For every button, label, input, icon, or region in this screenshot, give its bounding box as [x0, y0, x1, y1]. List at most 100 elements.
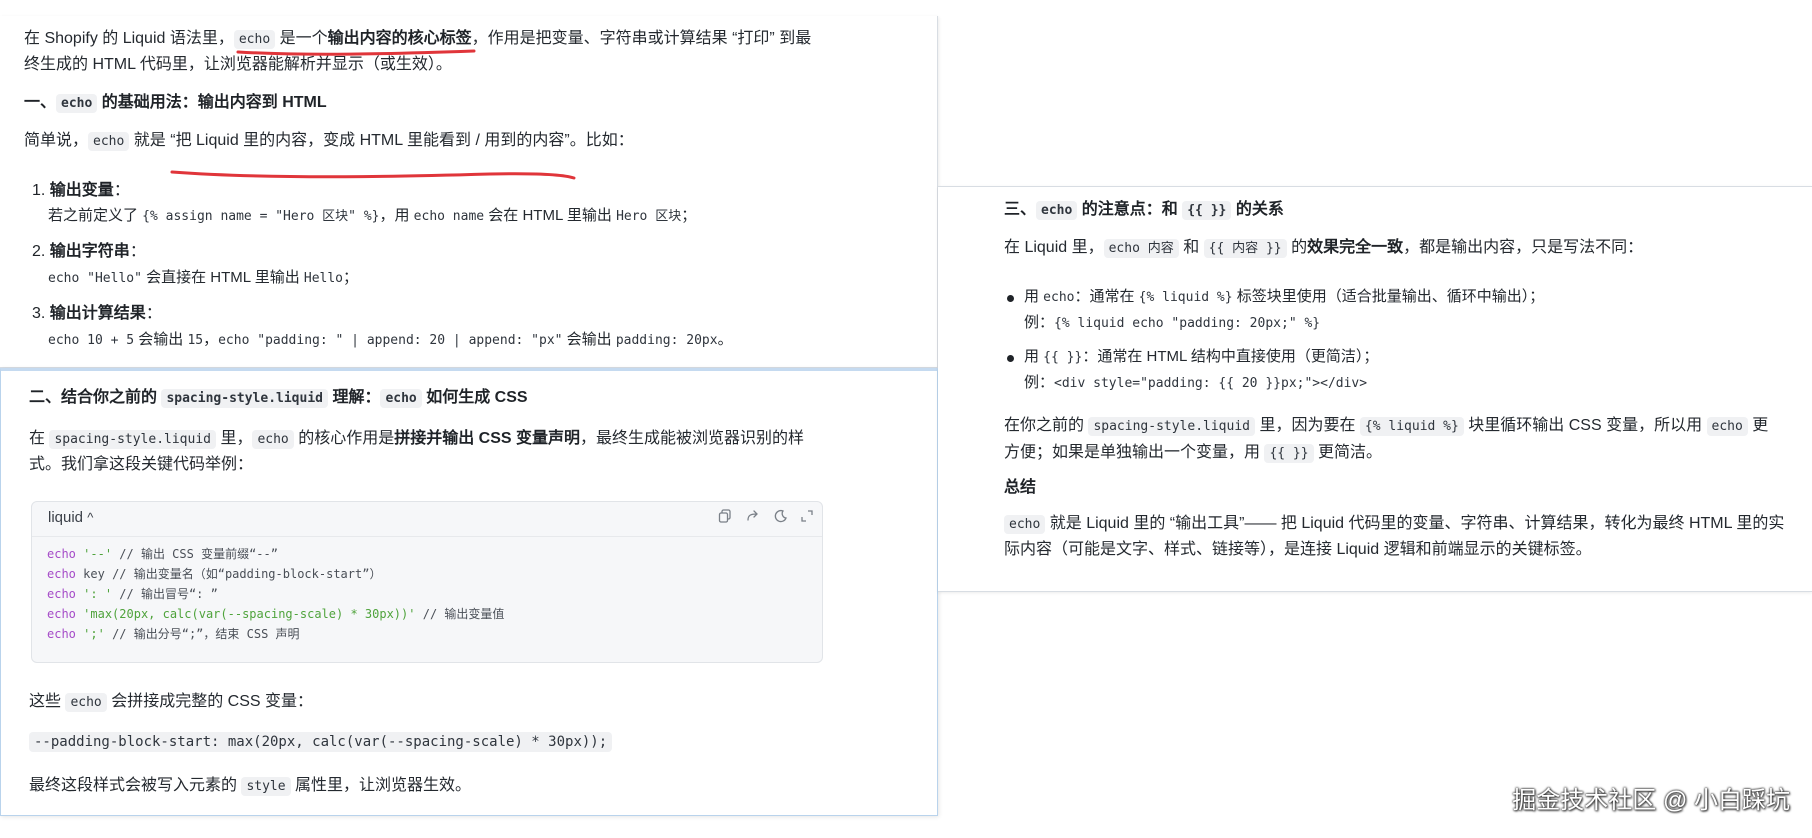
inline-code: spacing-style.liquid	[49, 430, 216, 449]
list-text: ，	[203, 331, 219, 348]
heading-text: 的关系	[1231, 201, 1284, 218]
inline-code: Hello	[303, 271, 344, 286]
code-comment: // 输出 CSS 变量前缀“--”	[119, 547, 278, 561]
simple-quote: “把 Liquid 里的内容，变成 HTML 里能看到 / 用到的内容”	[170, 132, 570, 149]
intro-text: 是一个	[275, 30, 328, 47]
inline-code: Hero 区块	[616, 209, 682, 224]
code-line: echo key // 输出变量名（如“padding-block-start”…	[47, 564, 381, 584]
list-number: 2.	[32, 243, 46, 260]
intro-bold: 输出内容的核心标签	[327, 30, 472, 47]
para-text: 最终这段样式会被写入元素的	[29, 777, 242, 794]
inline-code: echo name	[413, 209, 485, 224]
list-colon: ：	[145, 305, 162, 322]
bullet-text: 用	[1024, 288, 1044, 305]
section-heading-1: 一、 echo 的基础用法：输出内容到 HTML	[24, 92, 327, 115]
inline-code: echo	[233, 30, 276, 49]
copy-icon[interactable]	[716, 509, 734, 527]
answer-section-2: 二、结合你之前的 spacing-style.liquid 理解： echo 如何…	[0, 368, 938, 816]
expand-icon[interactable]	[798, 509, 816, 527]
list-text: 会输出	[562, 331, 616, 348]
inline-code: echo	[1036, 201, 1078, 220]
list-text: 。	[717, 331, 733, 348]
bullet-item-1: 用 echo：通常在 {% liquid %} 标签块里使用（适合批量输出、循环…	[1024, 286, 1544, 309]
summary-text: 就是 Liquid 里的 “输出工具”—— 把 Liquid 代码里的变量、字符…	[1045, 515, 1785, 532]
para-text: 的核心作用是	[293, 430, 395, 447]
note-text: 块里循环输出 CSS 变量，所以用	[1463, 417, 1707, 434]
summary-line1: echo 就是 Liquid 里的 “输出工具”—— 把 Liquid 代码里的…	[1004, 513, 1784, 536]
list-text: ；	[681, 207, 697, 224]
inline-code: {% assign name = "Hero 区块" %}	[142, 209, 380, 224]
inline-code: echo 10 + 5	[48, 333, 135, 348]
intro-paragraph-line2: 终生成的 HTML 代码里，让浏览器能解析并显示（或生效）。	[24, 56, 452, 73]
code-comment: // 输出变量值	[422, 607, 505, 621]
para-text: 会拼接成完整的 CSS 变量：	[106, 693, 314, 710]
panel-c-paragraph: 在 Liquid 里， echo 内容 和 {{ 内容 }} 的效果完全一致，都是…	[1004, 237, 1643, 260]
inline-code: echo	[380, 389, 422, 408]
list-colon: ：	[129, 243, 146, 260]
code-string: '--'	[83, 547, 113, 561]
inline-code: echo	[1043, 290, 1075, 305]
para-text: ，最终生成能被浏览器识别的样	[580, 430, 805, 447]
bullet-text: ：通常在 HTML 结构中直接使用（更简洁）；	[1082, 348, 1379, 365]
list-text: 若之前定义了	[48, 207, 143, 224]
inline-code: style	[241, 777, 291, 796]
intro-text: ，作用是把变量、字符串或计算结果 “打印” 到最	[471, 30, 812, 47]
bullet-item-1-example: 例：{% liquid echo "padding: 20px;" %}	[1024, 312, 1320, 335]
para-text: ，都是输出内容，只是写法不同：	[1403, 239, 1644, 256]
bullet-text: ：通常在	[1074, 288, 1139, 305]
inline-code: {% liquid echo "padding: 20px;" %}	[1054, 316, 1321, 331]
list-text: 会直接在 HTML 里输出	[141, 269, 304, 286]
example-label: 例：	[1024, 314, 1055, 331]
code-block: liquid ^ echo '--' // 输出 CSS 变量前缀“--” ec…	[31, 501, 823, 663]
code-language-label: liquid	[48, 509, 84, 526]
heading-text: 一、	[24, 94, 57, 111]
inline-code: padding: 20px	[615, 333, 718, 348]
section-heading-2: 二、结合你之前的 spacing-style.liquid 理解： echo 如何…	[29, 387, 528, 410]
para-bold: 效果完全一致	[1307, 239, 1404, 256]
code-line: echo ': ' // 输出冒号“: ”	[47, 584, 218, 604]
panel-b-final-text: 最终这段样式会被写入元素的 style 属性里，让浏览器生效。	[29, 775, 471, 798]
list-item-3-body: echo 10 + 5 会输出 15，echo "padding: " | ap…	[48, 329, 733, 352]
answer-section-1: 在 Shopify 的 Liquid 语法里， echo 是一个输出内容的核心标签…	[0, 16, 938, 368]
summary-title: 总结	[1004, 479, 1037, 496]
code-string: 'max(20px, calc(var(--spacing-scale) * 3…	[83, 607, 416, 621]
chevron-up-icon: ^	[87, 510, 94, 525]
simple-text: 。比如：	[569, 132, 634, 149]
note-line1: 在你之前的 spacing-style.liquid 里，因为要在 {% liq…	[1004, 415, 1768, 438]
heading-text: 二、结合你之前的	[29, 389, 162, 406]
list-text: ，用	[379, 207, 414, 224]
inline-code: {% liquid %}	[1138, 290, 1233, 305]
code-line: echo '--' // 输出 CSS 变量前缀“--”	[47, 544, 278, 564]
list-item-1-body: 若之前定义了 {% assign name = "Hero 区块" %}，用 e…	[48, 205, 696, 228]
list-text: ；	[343, 269, 359, 286]
bullet-dot	[1007, 295, 1014, 302]
code-language-toggle[interactable]: liquid ^	[48, 509, 93, 526]
inline-code: spacing-style.liquid	[161, 389, 328, 408]
code-line: echo ';' // 输出分号“;”，结束 CSS 声明	[47, 624, 300, 644]
css-result-code: --padding-block-start: max(20px, calc(va…	[29, 731, 613, 753]
para-text: 和	[1178, 239, 1204, 256]
heading-text: 的注意点：和	[1077, 201, 1183, 218]
simple-text: 就是	[129, 132, 171, 149]
inline-code: echo "Hello"	[48, 271, 142, 286]
code-block-header: liquid ^	[32, 502, 822, 537]
para-text: 属性里，让浏览器生效。	[290, 777, 472, 794]
bullet-dot	[1007, 355, 1014, 362]
bullet-text: 标签块里使用（适合批量输出、循环中输出）；	[1232, 288, 1545, 305]
inline-code: echo "padding: " | append: 20 | append: …	[218, 333, 563, 348]
theme-icon[interactable]	[772, 509, 790, 527]
inline-code: echo	[65, 693, 107, 712]
inline-code: {{ }}	[1182, 201, 1232, 220]
note-text: 更简洁。	[1313, 444, 1383, 461]
simple-text: 简单说，	[24, 132, 89, 149]
share-icon[interactable]	[744, 509, 762, 527]
list-title: 输出字符串	[49, 243, 130, 260]
inline-code: 15	[187, 333, 204, 348]
code-keyword: echo	[47, 627, 76, 641]
list-number: 1.	[32, 182, 46, 199]
watermark-text: 掘金技术社区 @ 小白踩坑	[1512, 787, 1790, 814]
para-text: 在	[29, 430, 50, 447]
code-keyword: echo	[47, 547, 76, 561]
list-title: 输出计算结果	[49, 305, 146, 322]
code-line: echo 'max(20px, calc(var(--spacing-scale…	[47, 604, 504, 624]
